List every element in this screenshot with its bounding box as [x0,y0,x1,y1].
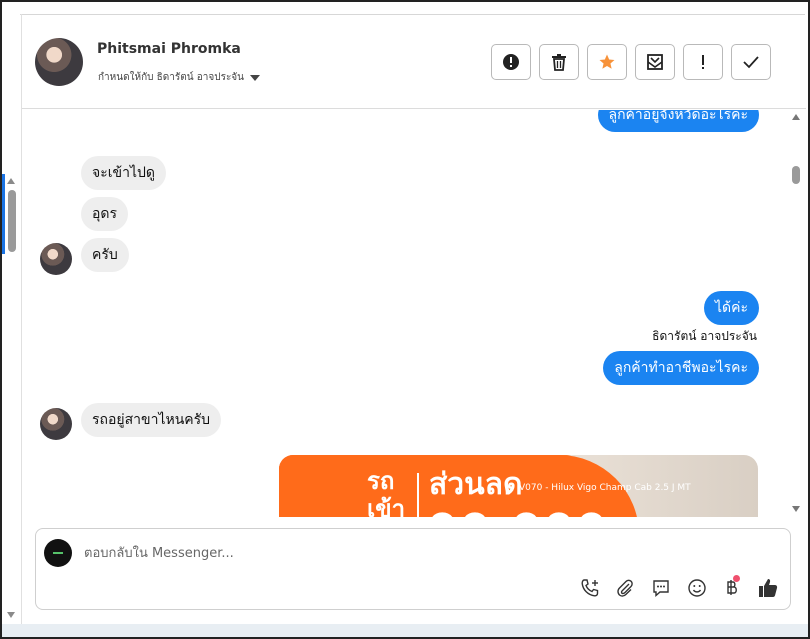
page-avatar [44,539,72,567]
promo-text: รถ เข้า [367,467,406,517]
outer-scrollbar[interactable] [4,2,20,637]
image-attachment[interactable]: รถ เข้า ส่วนลด V070 - Hilux Vigo Champ C… [279,455,758,517]
saved-reply-icon[interactable] [650,577,672,599]
outer-scroll-thumb[interactable] [8,190,16,252]
call-add-icon[interactable] [579,577,601,599]
promo-model-text: V070 - Hilux Vigo Champ Cab 2.5 J MT [519,483,691,493]
follow-up-button[interactable] [683,44,723,80]
message-outgoing[interactable]: ได้ค่ะ [703,291,759,325]
chat-scroll-thumb[interactable] [792,166,800,184]
chat-scroll-down-icon[interactable] [792,506,800,512]
star-button[interactable] [587,44,627,80]
exclamation-icon [702,55,704,69]
message-incoming[interactable]: ครับ [81,238,129,272]
delete-button[interactable] [539,44,579,80]
contact-avatar[interactable] [35,38,83,86]
message-incoming[interactable]: อุดร [81,197,129,231]
caret-down-icon [250,74,261,81]
contact-avatar-small [40,408,72,440]
sender-name: ธิดารัตน์ อาจประจัน [652,329,757,343]
message-incoming[interactable]: รถอยู่สาขาไหนครับ [81,403,222,437]
envelope-icon [647,54,663,70]
message-list[interactable]: ลูกค้าอยู่จังหวัดอะไรคะ จะเข้าไปดู อุดร … [22,110,806,517]
baht-icon[interactable] [721,575,743,599]
spam-button[interactable] [491,44,531,80]
reply-input[interactable] [84,543,684,563]
bottom-status-bar [2,624,808,637]
selection-accent [2,174,5,254]
assignee-label: กำหนดให้กับ ธิดารัตน์ อาจประจัน [98,72,245,83]
exclamation-circle-icon [503,54,519,70]
paperclip-icon[interactable] [614,577,636,599]
check-icon [743,56,759,69]
message-outgoing[interactable]: ลูกค้าอยู่จังหวัดอะไรคะ [597,110,759,132]
conversation-panel: Phitsmai Phromka กำหนดให้กับ ธิดารัตน์ อ… [21,14,806,626]
conversation-header: Phitsmai Phromka กำหนดให้กับ ธิดารัตน์ อ… [22,14,806,109]
star-icon [599,54,615,69]
scroll-up-arrow-icon[interactable] [7,178,15,184]
scroll-down-arrow-icon[interactable] [7,612,15,618]
done-button[interactable] [731,44,771,80]
assignee-dropdown[interactable]: กำหนดให้กับ ธิดารัตน์ อาจประจัน [98,70,261,85]
message-outgoing[interactable]: ลูกค้าทำอาชีพอะไรคะ [603,351,759,385]
contact-name[interactable]: Phitsmai Phromka [97,41,241,57]
message-incoming[interactable]: จะเข้าไปดู [81,156,166,190]
app-frame: Phitsmai Phromka กำหนดให้กับ ธิดารัตน์ อ… [0,0,810,639]
promo-discount-text: ส่วนลด [429,467,523,502]
thumbs-up-icon[interactable] [757,577,779,599]
notification-dot [733,575,740,582]
chat-scroll-up-icon[interactable] [792,114,800,120]
reply-composer [35,528,791,610]
trash-icon [552,54,566,71]
mark-unread-button[interactable] [635,44,675,80]
contact-avatar-small [40,243,72,275]
promo-divider [417,473,419,517]
promo-amount: 00,000 [427,505,609,517]
emoji-icon[interactable] [686,577,708,599]
